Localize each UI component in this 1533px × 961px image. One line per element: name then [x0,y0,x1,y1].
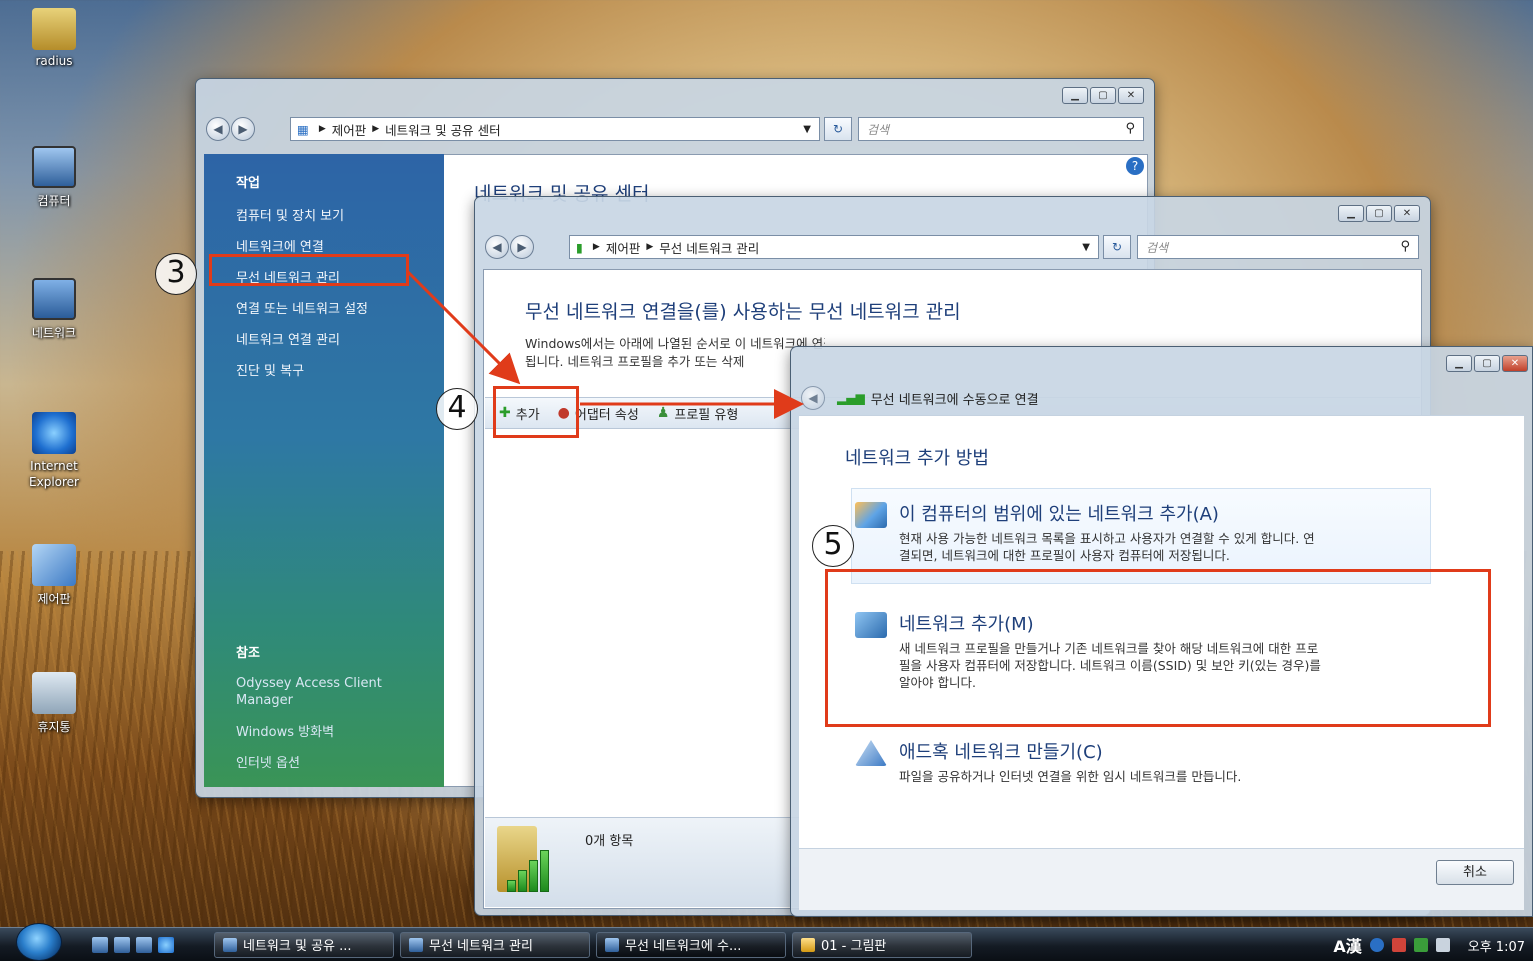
wireless-signal-icon [605,937,619,952]
taskbar-button-sharing-center[interactable]: 네트워크 및 공유 ... [214,931,394,958]
switch-windows-icon[interactable] [114,936,130,953]
quick-launch [92,936,174,953]
paint-icon [801,937,815,952]
start-button[interactable] [16,922,62,961]
volume-icon[interactable] [1435,938,1450,952]
ie-icon[interactable] [158,936,174,953]
taskbar-button-manual-connect[interactable]: 무선 네트워크에 수... [596,931,786,958]
help-icon[interactable] [1369,938,1384,952]
network-status-icon[interactable] [1413,938,1428,952]
wireless-signal-icon [409,937,423,952]
arrow-3-to-4 [406,270,521,385]
taskbar-button-manage-wireless[interactable]: 무선 네트워크 관리 [400,931,590,958]
network-icon[interactable] [136,936,152,953]
system-tray: A漢 오후 1:07 [1313,928,1533,961]
control-panel-icon [223,937,237,952]
taskbar-button-paint[interactable]: 01 - 그림판 [792,931,972,958]
show-desktop-icon[interactable] [92,936,108,953]
security-icon[interactable] [1391,938,1406,952]
taskbar: 네트워크 및 공유 ... 무선 네트워크 관리 무선 네트워크에 수... 0… [0,922,1533,961]
clock[interactable]: 오후 1:07 [1468,936,1525,955]
language-bar[interactable]: A漢 [1333,933,1361,957]
annotation-arrows [406,270,804,419]
